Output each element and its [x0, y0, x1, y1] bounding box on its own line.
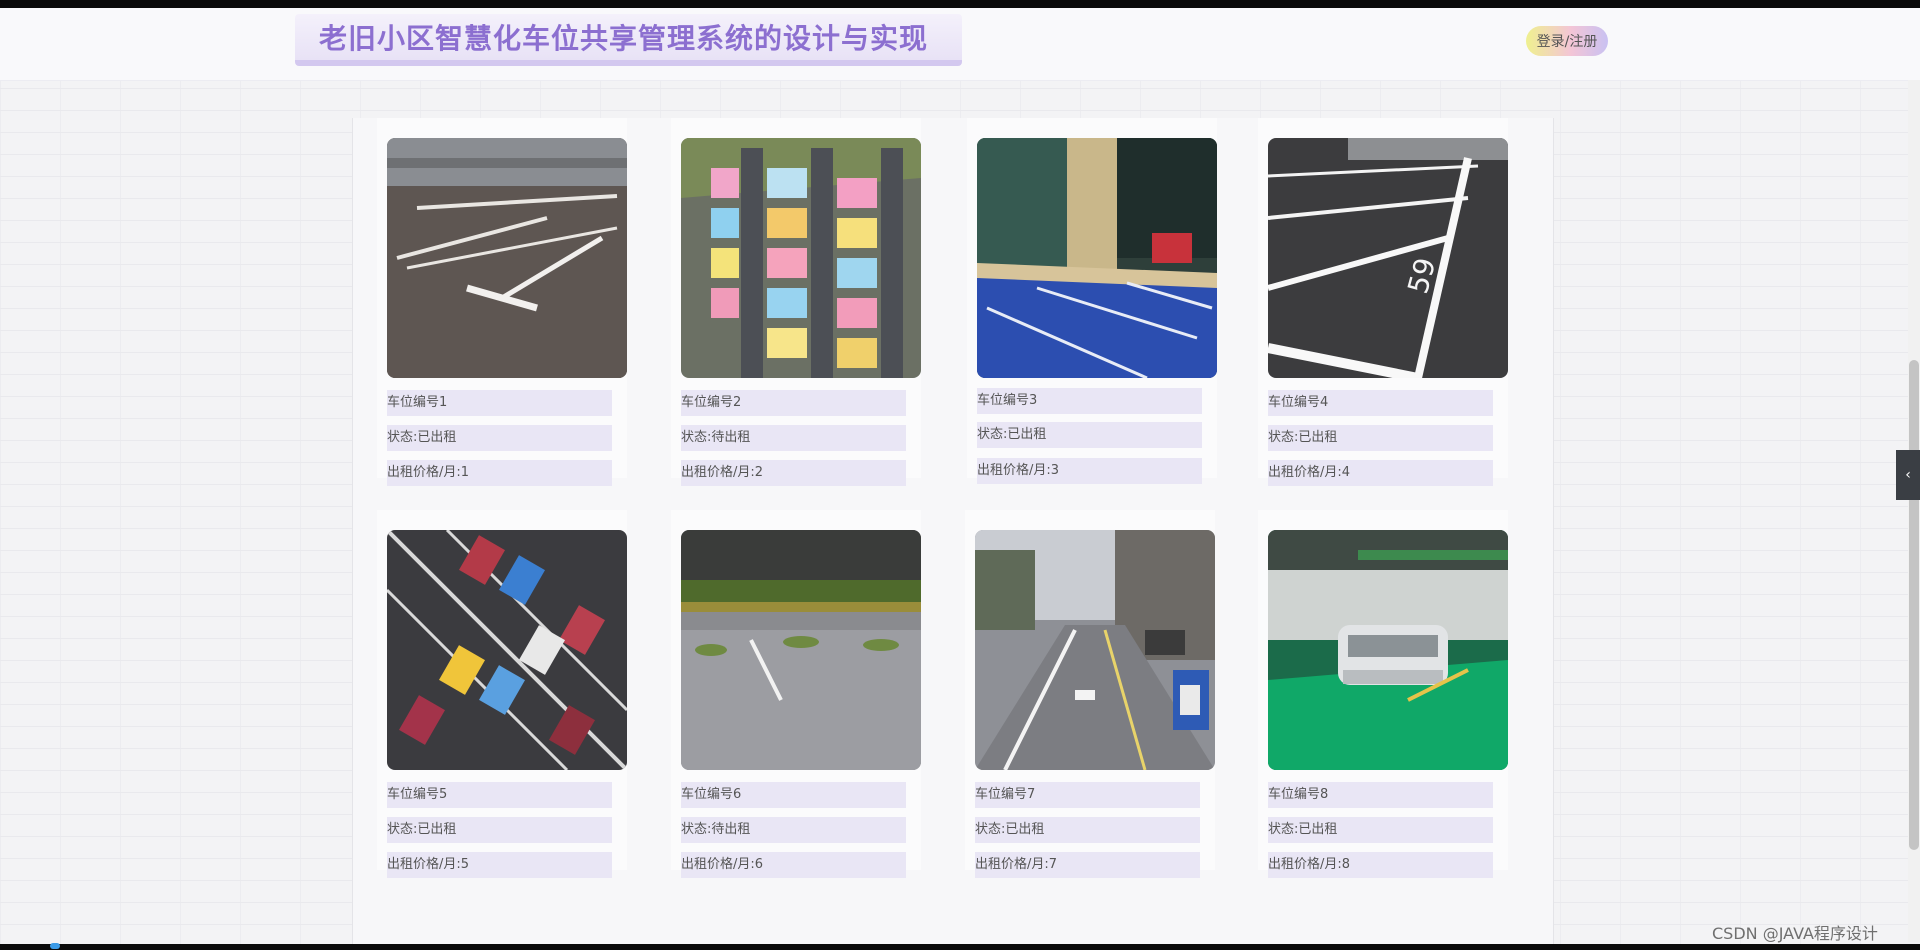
side-panel-toggle[interactable]: ‹ — [1896, 450, 1920, 500]
parking-photo[interactable]: 59 — [1268, 138, 1508, 378]
space-price: 出租价格/月:8 — [1268, 852, 1493, 878]
login-register-button[interactable]: 登录/注册 — [1526, 26, 1608, 56]
space-price: 出租价格/月:4 — [1268, 460, 1493, 486]
space-price: 出租价格/月:7 — [975, 852, 1200, 878]
parking-card[interactable]: 59 车位编号4 状态:已出租 出租价格/月:4 — [1258, 118, 1508, 486]
window-top-border — [0, 0, 1920, 8]
parking-card[interactable]: 车位编号8 状态:已出租 出租价格/月:8 — [1258, 510, 1508, 878]
parking-card[interactable]: 车位编号3 状态:已出租 出租价格/月:3 — [967, 118, 1217, 484]
parking-photo[interactable] — [387, 530, 627, 770]
space-number: 车位编号4 — [1268, 390, 1493, 416]
space-status: 状态:待出租 — [681, 425, 906, 451]
space-number: 车位编号1 — [387, 390, 612, 416]
parking-photo[interactable] — [977, 138, 1217, 378]
space-price: 出租价格/月:3 — [977, 458, 1202, 484]
window-bottom-border — [0, 944, 1920, 950]
parking-photo[interactable] — [1268, 530, 1508, 770]
parking-card[interactable]: 车位编号2 状态:待出租 出租价格/月:2 — [671, 118, 921, 486]
parking-card[interactable]: 车位编号5 状态:已出租 出租价格/月:5 — [377, 510, 627, 878]
space-number: 车位编号2 — [681, 390, 906, 416]
watermark: CSDN @JAVA程序设计 — [1712, 924, 1878, 943]
space-status: 状态:已出租 — [1268, 817, 1493, 843]
space-number: 车位编号3 — [977, 388, 1202, 414]
space-status: 状态:已出租 — [977, 422, 1202, 448]
space-number: 车位编号5 — [387, 782, 612, 808]
parking-photo[interactable] — [681, 530, 921, 770]
space-number: 车位编号7 — [975, 782, 1200, 808]
space-price: 出租价格/月:6 — [681, 852, 906, 878]
site-title: 老旧小区智慧化车位共享管理系统的设计与实现 — [319, 22, 929, 55]
space-status: 状态:已出租 — [387, 817, 612, 843]
parking-photo[interactable] — [975, 530, 1215, 770]
space-price: 出租价格/月:5 — [387, 852, 612, 878]
page-scrollbar-thumb[interactable] — [1909, 360, 1919, 850]
space-status: 状态:已出租 — [387, 425, 612, 451]
space-status: 状态:已出租 — [1268, 425, 1493, 451]
parking-card[interactable]: 车位编号7 状态:已出租 出租价格/月:7 — [965, 510, 1215, 878]
space-price: 出租价格/月:2 — [681, 460, 906, 486]
parking-space-list: 车位编号1 状态:已出租 出租价格/月:1 车位编号2 状态:待出租 出租价格/… — [352, 118, 1554, 950]
chevron-left-icon: ‹ — [1905, 467, 1911, 483]
space-status: 状态:待出租 — [681, 817, 906, 843]
parking-photo[interactable] — [681, 138, 921, 378]
progress-indicator — [50, 943, 60, 949]
title-banner: 老旧小区智慧化车位共享管理系统的设计与实现 — [295, 14, 963, 66]
parking-photo[interactable] — [387, 138, 627, 378]
parking-card[interactable]: 车位编号6 状态:待出租 出租价格/月:6 — [671, 510, 921, 878]
space-status: 状态:已出租 — [975, 817, 1200, 843]
space-number: 车位编号8 — [1268, 782, 1493, 808]
site-header: 老旧小区智慧化车位共享管理系统的设计与实现 登录/注册 — [0, 8, 1920, 81]
space-price: 出租价格/月:1 — [387, 460, 612, 486]
parking-card[interactable]: 车位编号1 状态:已出租 出租价格/月:1 — [377, 118, 627, 486]
space-number: 车位编号6 — [681, 782, 906, 808]
